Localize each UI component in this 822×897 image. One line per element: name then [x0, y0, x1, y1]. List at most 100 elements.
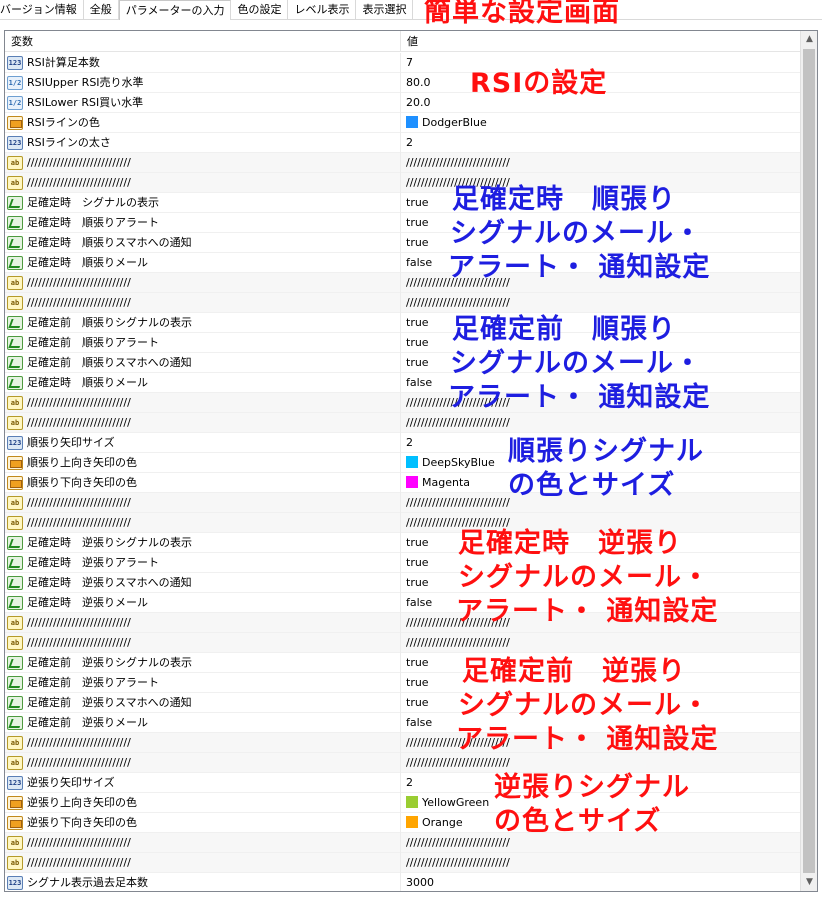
table-row[interactable]: ab//////////////////////////////////////…: [5, 293, 800, 313]
annotation-trend-arrow-1: 順張りシグナル: [508, 436, 704, 467]
tab-3[interactable]: 色の設定: [231, 0, 289, 20]
row-variable-name: ////////////////////////////: [5, 613, 401, 633]
table-row[interactable]: 順張り下向き矢印の色 Magenta: [5, 473, 800, 493]
row-variable-name: 足確定時 順張りスマホへの通知: [5, 233, 401, 253]
table-row[interactable]: 足確定前 順張りシグナルの表示 true: [5, 313, 800, 333]
annotation-counter-close-3: アラート・ 通知設定: [456, 596, 719, 627]
tab-2[interactable]: パラメーターの入力: [118, 0, 232, 20]
row-variable-name: ////////////////////////////: [5, 853, 401, 873]
annotation-counter-close-2: シグナルのメール・: [458, 562, 710, 593]
row-value-text: 2: [406, 776, 413, 789]
row-value-text: 3000: [406, 876, 434, 889]
row-variable-name: RSI計算足本数: [5, 53, 401, 73]
row-variable-name: 足確定前 逆張りメール: [5, 713, 401, 733]
annotation-title: 簡単な設定画面: [424, 0, 620, 28]
table-row[interactable]: 123 RSIラインの太さ 2: [5, 133, 800, 153]
row-value-text: true: [406, 316, 429, 329]
row-value-text: false: [406, 596, 433, 609]
row-value-text: true: [406, 676, 429, 689]
tab-0[interactable]: バージョン情報: [0, 0, 84, 20]
row-variable-name: 足確定前 逆張りシグナルの表示: [5, 653, 401, 673]
row-value[interactable]: ////////////////////////////: [401, 293, 800, 313]
table-row[interactable]: 足確定時 シグナルの表示 true: [5, 193, 800, 213]
table-row[interactable]: 123 RSI計算足本数 7: [5, 53, 800, 73]
row-variable-name: 足確定前 順張りシグナルの表示: [5, 313, 401, 333]
row-value-text: ////////////////////////////: [406, 636, 510, 649]
row-variable-name: 足確定時 順張りアラート: [5, 213, 401, 233]
row-variable-name: 足確定時 逆張りスマホへの通知: [5, 573, 401, 593]
header-value[interactable]: 値: [401, 31, 800, 52]
annotation-trend-open-2: シグナルのメール・: [450, 348, 702, 379]
tab-4[interactable]: レベル表示: [288, 0, 357, 20]
row-value-text: true: [406, 196, 429, 209]
row-variable-name: ////////////////////////////: [5, 493, 401, 513]
row-value-text: Magenta: [422, 476, 471, 489]
table-row[interactable]: ab//////////////////////////////////////…: [5, 753, 800, 773]
tab-1[interactable]: 全般: [84, 0, 119, 20]
row-variable-name: 逆張り矢印サイズ: [5, 773, 401, 793]
row-value[interactable]: ////////////////////////////: [401, 413, 800, 433]
tab-bar: バージョン情報 全般 パラメーターの入力 色の設定 レベル表示 表示選択: [0, 0, 822, 20]
row-value-text: ////////////////////////////: [406, 296, 510, 309]
row-value-text: ////////////////////////////: [406, 756, 510, 769]
row-variable-name: ////////////////////////////: [5, 753, 401, 773]
annotation-counter-arrow-1: 逆張りシグナル: [494, 772, 690, 803]
row-variable-name: 足確定時 順張りメール: [5, 373, 401, 393]
row-variable-name: ////////////////////////////: [5, 153, 401, 173]
row-variable-name: 足確定時 逆張りシグナルの表示: [5, 533, 401, 553]
row-variable-name: ////////////////////////////: [5, 173, 401, 193]
scroll-up-icon[interactable]: ▲: [801, 31, 817, 48]
row-value[interactable]: ////////////////////////////: [401, 153, 800, 173]
tab-5[interactable]: 表示選択: [356, 0, 414, 20]
row-variable-name: 足確定前 逆張りスマホへの通知: [5, 693, 401, 713]
row-value-text: true: [406, 656, 429, 669]
row-variable-name: RSIUpper RSI売り水準: [5, 73, 401, 93]
row-value[interactable]: 2: [401, 133, 800, 153]
row-value-text: false: [406, 376, 433, 389]
table-row[interactable]: 逆張り下向き矢印の色 Orange: [5, 813, 800, 833]
row-value-text: 2: [406, 136, 413, 149]
vertical-scrollbar[interactable]: ▲ ▼: [800, 31, 817, 891]
row-variable-name: シグナル表示過去足本数: [5, 873, 401, 891]
color-swatch: [406, 796, 418, 808]
row-value[interactable]: ////////////////////////////: [401, 853, 800, 873]
row-value[interactable]: ////////////////////////////: [401, 633, 800, 653]
table-row[interactable]: ab//////////////////////////////////////…: [5, 173, 800, 193]
row-value-text: true: [406, 356, 429, 369]
annotation-counter-arrow-2: の色とサイズ: [494, 806, 662, 837]
row-variable-name: ////////////////////////////: [5, 633, 401, 653]
scroll-down-icon[interactable]: ▼: [801, 874, 817, 891]
row-value-text: Orange: [422, 816, 463, 829]
row-variable-name: ////////////////////////////: [5, 293, 401, 313]
table-row[interactable]: 1/2 RSILower RSI買い水準 20.0: [5, 93, 800, 113]
table-header: 変数 値: [5, 31, 800, 52]
table-row[interactable]: ab//////////////////////////////////////…: [5, 853, 800, 873]
row-value-text: DeepSkyBlue: [422, 456, 495, 469]
row-value-text: DodgerBlue: [422, 116, 487, 129]
table-row[interactable]: ab//////////////////////////////////////…: [5, 413, 800, 433]
table-row[interactable]: 123 シグナル表示過去足本数 3000: [5, 873, 800, 891]
table-row[interactable]: ab//////////////////////////////////////…: [5, 493, 800, 513]
table-row[interactable]: ab//////////////////////////////////////…: [5, 833, 800, 853]
row-value[interactable]: ////////////////////////////: [401, 753, 800, 773]
scroll-thumb[interactable]: [803, 49, 815, 873]
annotation-trend-arrow-2: の色とサイズ: [508, 470, 676, 501]
row-value-text: 7: [406, 56, 413, 69]
row-variable-name: 足確定前 順張りアラート: [5, 333, 401, 353]
table-row[interactable]: RSIラインの色 DodgerBlue: [5, 113, 800, 133]
row-value-text: true: [406, 216, 429, 229]
row-variable-name: ////////////////////////////: [5, 513, 401, 533]
color-swatch: [406, 116, 418, 128]
row-value[interactable]: 3000: [401, 873, 800, 891]
row-value-text: ////////////////////////////: [406, 156, 510, 169]
row-variable-name: 足確定前 順張りスマホへの通知: [5, 353, 401, 373]
table-row[interactable]: ab//////////////////////////////////////…: [5, 153, 800, 173]
table-row[interactable]: ab//////////////////////////////////////…: [5, 633, 800, 653]
row-value[interactable]: DodgerBlue: [401, 113, 800, 133]
row-value-text: true: [406, 236, 429, 249]
table-rows: 123 RSI計算足本数 7 1/2 RSIUpper RSI売り水準 80.0 1/2 RS…: [5, 53, 800, 891]
row-variable-name: 逆張り下向き矢印の色: [5, 813, 401, 833]
header-variable[interactable]: 変数: [5, 31, 401, 52]
table-row[interactable]: 1/2 RSIUpper RSI売り水準 80.0: [5, 73, 800, 93]
row-variable-name: 足確定前 逆張りアラート: [5, 673, 401, 693]
